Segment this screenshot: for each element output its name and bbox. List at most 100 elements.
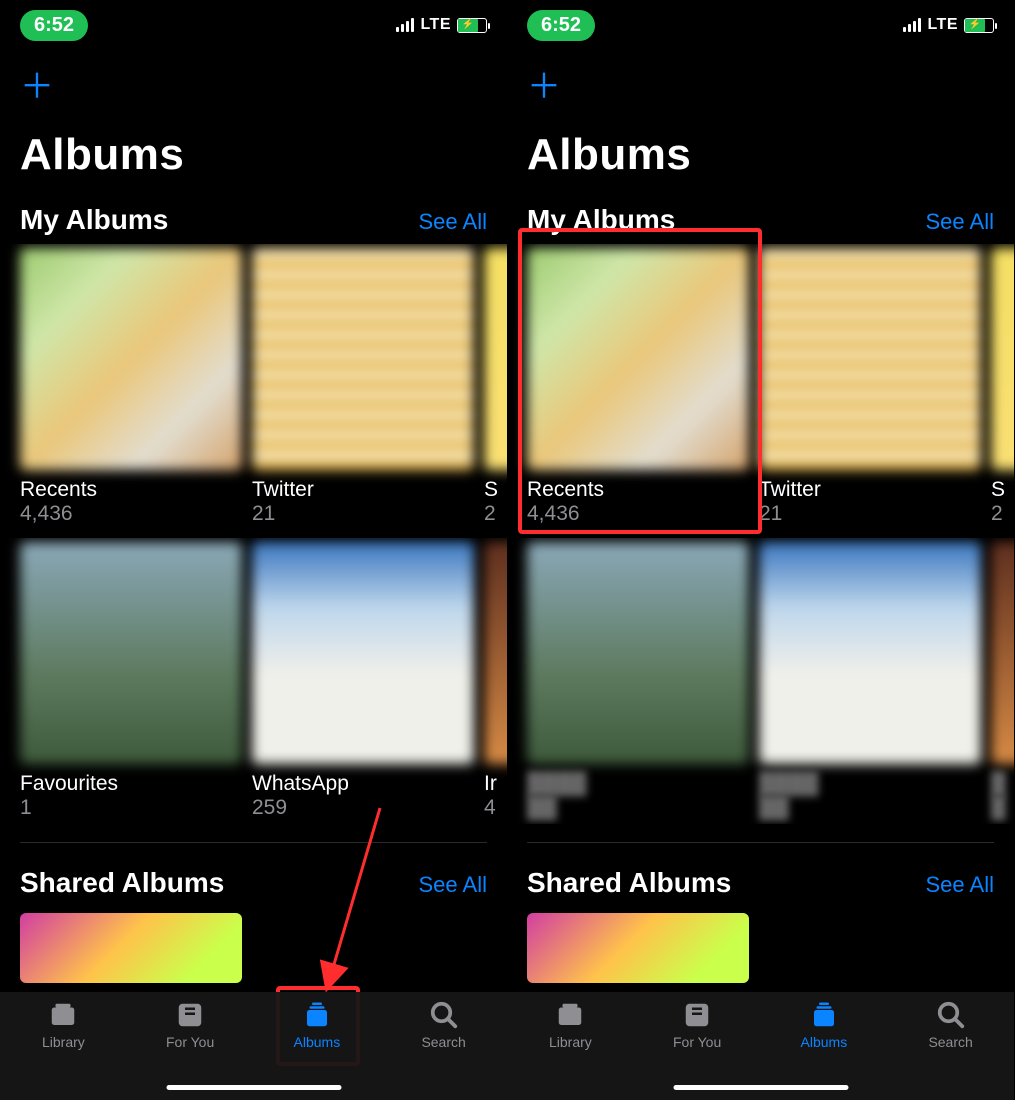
add-button[interactable]: ＋ xyxy=(20,70,54,104)
album-thumb xyxy=(484,542,507,764)
album-item[interactable]: █ █ xyxy=(991,542,1014,820)
albums-row-1: Recents 4,436 Twitter 21 S 2 xyxy=(507,244,1014,530)
search-icon xyxy=(429,1000,459,1030)
status-bar: 6:52 LTE ⚡ xyxy=(507,0,1014,50)
for-you-icon xyxy=(682,1000,712,1030)
album-favourites[interactable]: Favourites 1 xyxy=(20,542,242,820)
shared-row xyxy=(0,907,507,983)
album-thumb xyxy=(527,542,749,764)
signal-icon xyxy=(903,18,921,32)
album-name: Recents xyxy=(20,478,242,502)
home-indicator[interactable] xyxy=(673,1085,848,1090)
tab-bar: Library For You Albums Search xyxy=(507,992,1014,1100)
header: ＋ Albums xyxy=(0,50,507,180)
album-thumb xyxy=(759,542,981,764)
album-thumb xyxy=(252,542,474,764)
tab-label: Albums xyxy=(294,1034,341,1050)
album-twitter[interactable]: Twitter 21 xyxy=(252,248,474,526)
network-label: LTE xyxy=(927,16,958,34)
tab-label: Library xyxy=(549,1034,592,1050)
album-name: Twitter xyxy=(252,478,474,502)
section-head-my-albums: My Albums See All xyxy=(0,180,507,244)
section-title-shared: Shared Albums xyxy=(20,867,224,899)
add-button[interactable]: ＋ xyxy=(527,70,561,104)
album-count: 4,436 xyxy=(527,502,749,526)
clock-pill: 6:52 xyxy=(20,10,88,41)
album-count-blurred: ██ xyxy=(759,796,981,820)
screenshot-right: 6:52 LTE ⚡ ＋ Albums My Albums See All Re… xyxy=(507,0,1014,1100)
section-title-my-albums: My Albums xyxy=(20,204,168,236)
shared-album-thumb[interactable] xyxy=(20,913,242,983)
albums-row-2: Favourites 1 WhatsApp 259 Ir 4 xyxy=(0,538,507,824)
tab-search[interactable]: Search xyxy=(887,1000,1014,1100)
album-name: Ir xyxy=(484,772,507,796)
for-you-icon xyxy=(175,1000,205,1030)
album-partial[interactable]: S 2 xyxy=(484,248,507,526)
album-thumb xyxy=(991,542,1014,764)
album-partial-2[interactable]: Ir 4 xyxy=(484,542,507,820)
album-thumb xyxy=(20,248,242,470)
album-count: 4,436 xyxy=(20,502,242,526)
album-count: 1 xyxy=(20,796,242,820)
album-name-blurred: ████ xyxy=(527,772,749,796)
see-all-my-albums[interactable]: See All xyxy=(926,209,995,235)
album-name: Favourites xyxy=(20,772,242,796)
album-count: 21 xyxy=(759,502,981,526)
album-count: 259 xyxy=(252,796,474,820)
album-count-blurred: ██ xyxy=(527,796,749,820)
section-head-my-albums: My Albums See All xyxy=(507,180,1014,244)
network-label: LTE xyxy=(420,16,451,34)
battery-icon: ⚡ xyxy=(457,18,487,33)
battery-icon: ⚡ xyxy=(964,18,994,33)
album-count: 21 xyxy=(252,502,474,526)
shared-row xyxy=(507,907,1014,983)
albums-icon xyxy=(302,1000,332,1030)
status-indicators: LTE ⚡ xyxy=(396,16,487,34)
section-title-my-albums: My Albums xyxy=(527,204,675,236)
see-all-my-albums[interactable]: See All xyxy=(419,209,488,235)
search-icon xyxy=(936,1000,966,1030)
albums-row-2: ████ ██ ████ ██ █ █ xyxy=(507,538,1014,824)
album-thumb xyxy=(20,542,242,764)
albums-icon xyxy=(809,1000,839,1030)
albums-row-1: Recents 4,436 Twitter 21 S 2 xyxy=(0,244,507,530)
album-twitter[interactable]: Twitter 21 xyxy=(759,248,981,526)
album-partial[interactable]: S 2 xyxy=(991,248,1014,526)
signal-icon xyxy=(396,18,414,32)
album-name-blurred: █ xyxy=(991,772,1014,796)
tab-library[interactable]: Library xyxy=(0,1000,127,1100)
tab-label: For You xyxy=(673,1034,721,1050)
shared-album-thumb[interactable] xyxy=(527,913,749,983)
album-count: 4 xyxy=(484,796,507,820)
see-all-shared[interactable]: See All xyxy=(419,872,488,898)
library-icon xyxy=(48,1000,78,1030)
tab-label: Search xyxy=(421,1034,465,1050)
status-bar: 6:52 LTE ⚡ xyxy=(0,0,507,50)
album-name: Twitter xyxy=(759,478,981,502)
album-name: Recents xyxy=(527,478,749,502)
tab-bar: Library For You Albums Search xyxy=(0,992,507,1100)
album-name: S xyxy=(484,478,507,502)
album-whatsapp[interactable]: WhatsApp 259 xyxy=(252,542,474,820)
tab-label: For You xyxy=(166,1034,214,1050)
tab-search[interactable]: Search xyxy=(380,1000,507,1100)
see-all-shared[interactable]: See All xyxy=(926,872,995,898)
album-count: 2 xyxy=(484,502,507,526)
status-indicators: LTE ⚡ xyxy=(903,16,994,34)
album-thumb xyxy=(991,248,1014,470)
album-count-blurred: █ xyxy=(991,796,1014,820)
clock-pill: 6:52 xyxy=(527,10,595,41)
home-indicator[interactable] xyxy=(166,1085,341,1090)
album-count: 2 xyxy=(991,502,1014,526)
tab-library[interactable]: Library xyxy=(507,1000,634,1100)
album-thumb xyxy=(759,248,981,470)
album-name: WhatsApp xyxy=(252,772,474,796)
section-head-shared: Shared Albums See All xyxy=(0,843,507,907)
album-item[interactable]: ████ ██ xyxy=(527,542,749,820)
album-thumb xyxy=(484,248,507,470)
section-title-shared: Shared Albums xyxy=(527,867,731,899)
album-item[interactable]: ████ ██ xyxy=(759,542,981,820)
album-recents[interactable]: Recents 4,436 xyxy=(527,248,749,526)
tab-label: Search xyxy=(928,1034,972,1050)
album-recents[interactable]: Recents 4,436 xyxy=(20,248,242,526)
